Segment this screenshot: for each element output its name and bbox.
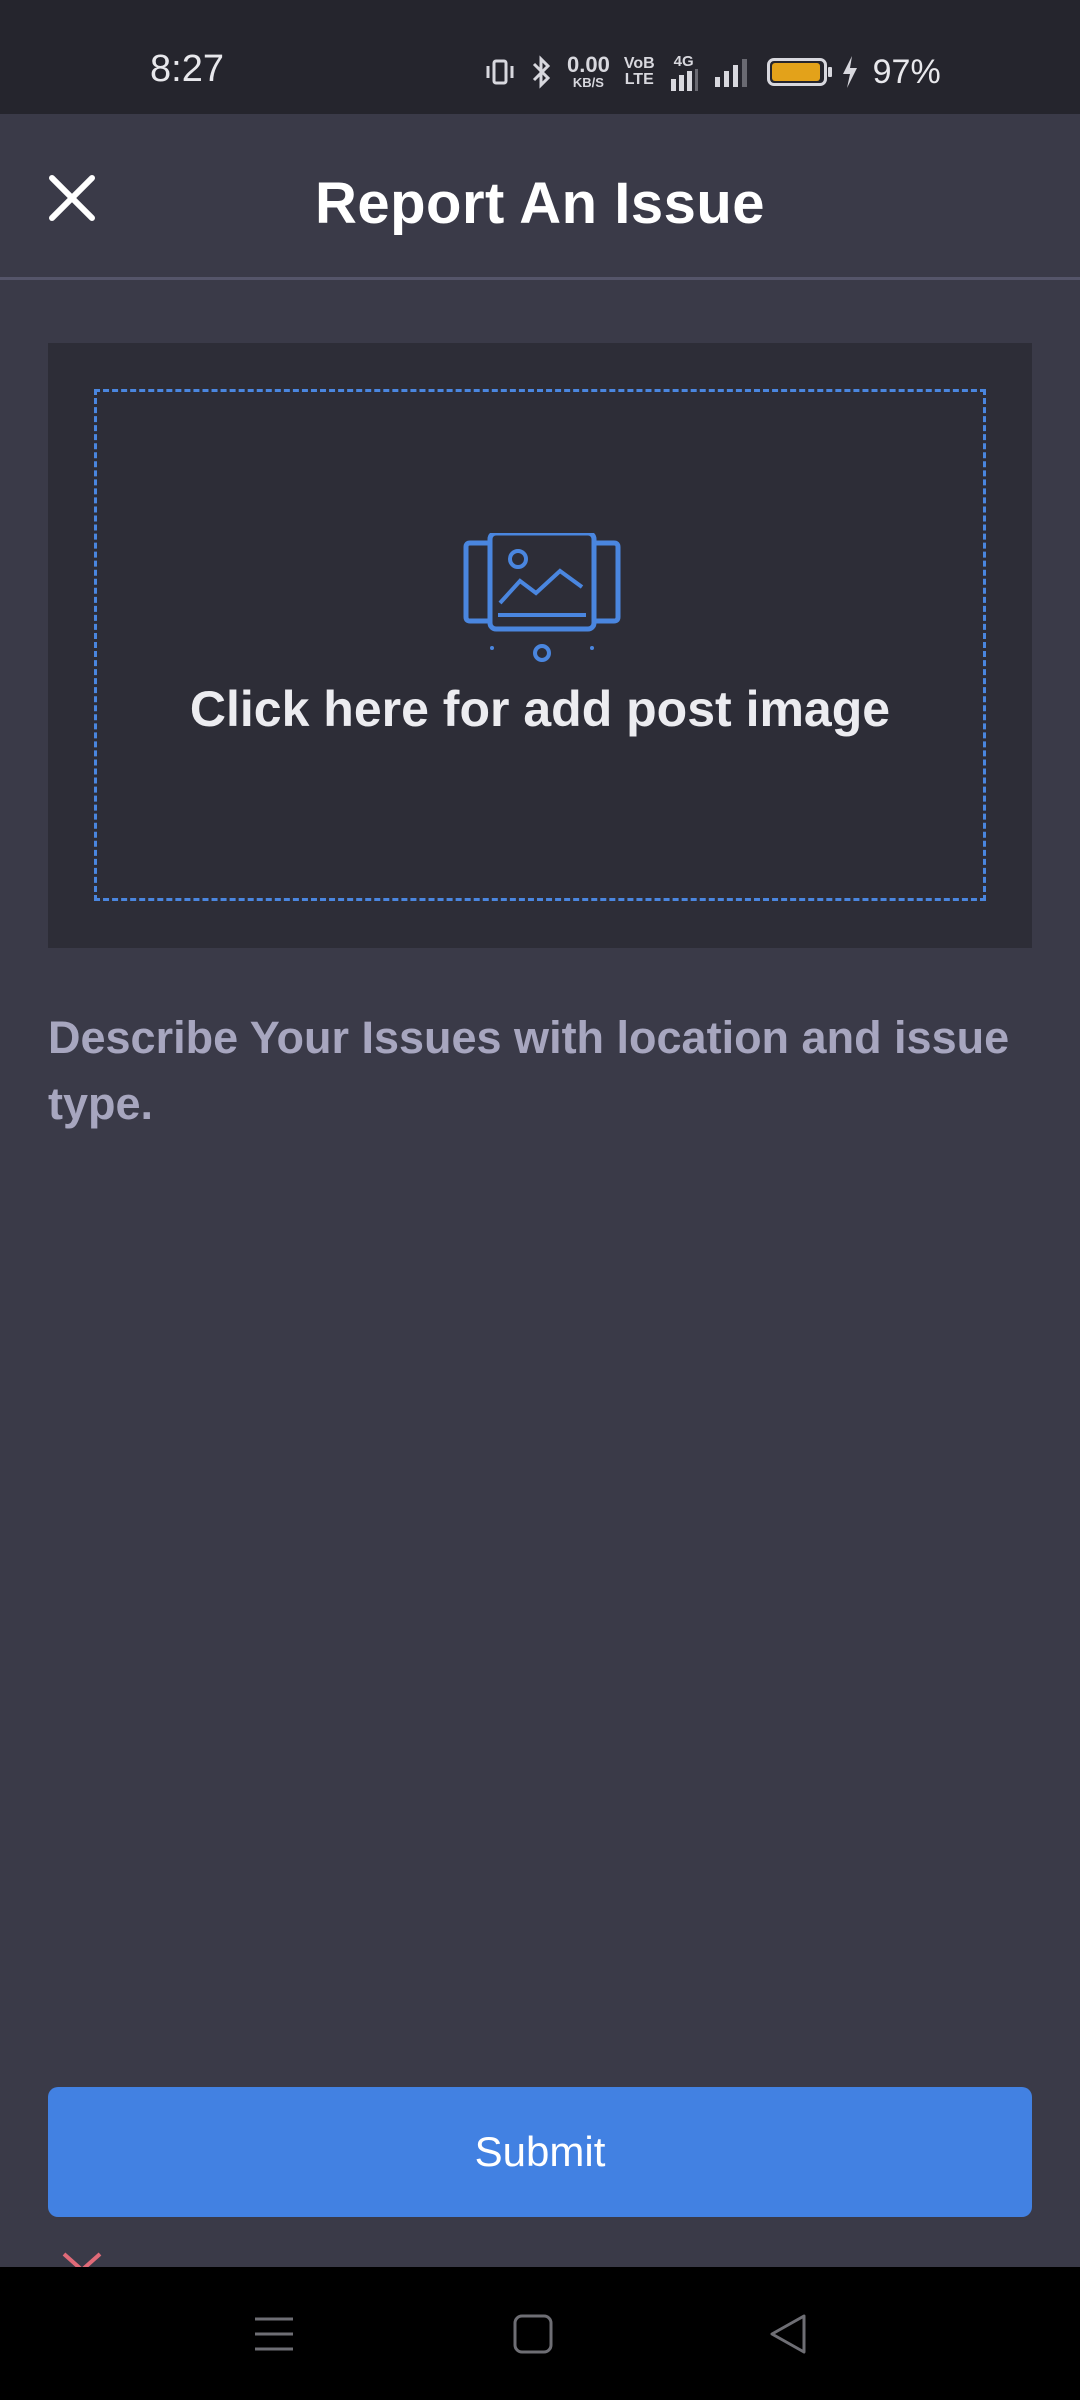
home-icon[interactable] (510, 2311, 556, 2357)
image-upload-area[interactable] (48, 343, 1032, 948)
network-4g-icon: 4G (669, 54, 699, 91)
status-icons: 0.00 KB/S VoB LTE 4G 97% (485, 52, 941, 92)
image-upload-icon (463, 533, 621, 662)
bluetooth-icon (532, 55, 551, 89)
page-title: Report An Issue (314, 171, 766, 236)
upload-label[interactable]: Click here for add post image (0, 680, 1080, 738)
menu-icon[interactable] (251, 2311, 297, 2357)
battery-icon (766, 58, 832, 86)
submit-button[interactable]: Submit (48, 2087, 1032, 2217)
back-icon[interactable] (766, 2311, 812, 2357)
app-header: Report An Issue (0, 114, 1080, 280)
issue-description-field[interactable]: Describe Your Issues with location and i… (48, 1005, 1032, 1155)
network-speed: 0.00 KB/S (567, 52, 610, 90)
vibrate-icon (486, 59, 514, 85)
charging-icon (842, 56, 857, 88)
volte-indicator: VoB LTE (623, 55, 655, 88)
status-bar: 8:27 0.00 KB/S VoB LTE 4G 97% (0, 0, 1080, 114)
system-nav-bar (0, 2267, 1080, 2400)
signal-icon (714, 59, 747, 87)
battery-percent: 97% (872, 52, 941, 91)
status-time: 8:27 (150, 48, 224, 90)
